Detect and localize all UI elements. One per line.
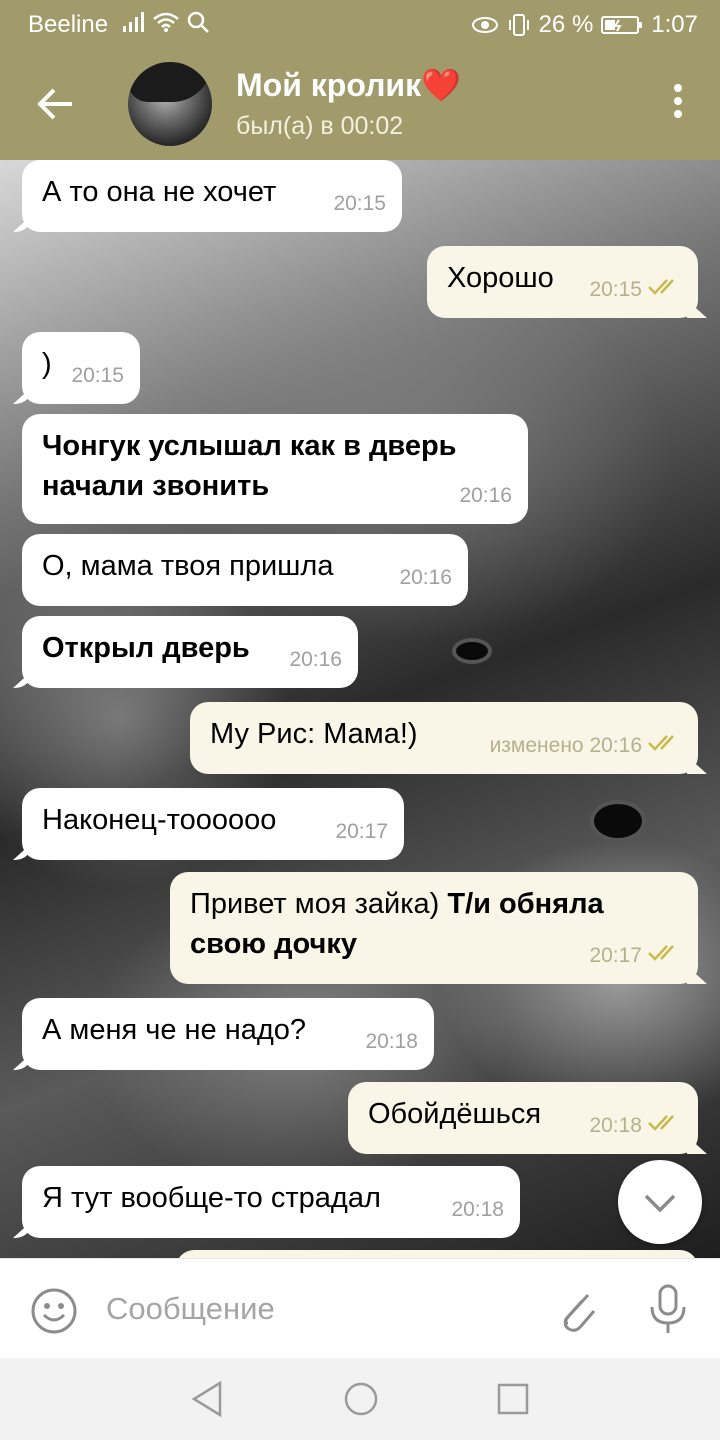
mic-icon[interactable] [646, 1283, 690, 1340]
message-time: 20:15 [333, 192, 386, 215]
message-bubble-outgoing[interactable]: Хорошо 20:15 [427, 246, 698, 318]
chat-messages[interactable]: А то она не хочет 20:15 Хорошо 20:15 ) 2… [0, 160, 720, 1258]
nav-recent-apps-icon[interactable] [496, 1382, 530, 1421]
message-bubble-outgoing-partial[interactable] [176, 1250, 698, 1258]
status-left-icons [122, 10, 210, 34]
message-text: Му Рис: Мама!) [210, 718, 418, 750]
more-vert-icon [672, 84, 684, 118]
back-button[interactable] [30, 78, 82, 130]
carrier-name: Beeline [28, 11, 109, 38]
last-seen-status: был(а) в 00:02 [236, 112, 404, 140]
message-input[interactable]: Сообщение [106, 1291, 275, 1327]
nav-home-icon[interactable] [342, 1380, 380, 1423]
message-time: 20:16 [459, 484, 512, 507]
wallpaper-detail [452, 638, 492, 664]
message-text: Я тут вообще-то страдал [42, 1182, 381, 1214]
double-check-icon [648, 936, 682, 976]
attach-icon[interactable] [552, 1285, 600, 1340]
message-time: 20:16 [399, 566, 452, 589]
message-bubble-incoming[interactable]: Я тут вообще-то страдал 20:18 [22, 1166, 520, 1238]
message-input-bar: Сообщение [0, 1258, 720, 1358]
message-bubble-incoming[interactable]: Чонгук услышал как в дверь начали звонит… [22, 414, 528, 524]
message-text: Открыл дверь [42, 632, 250, 664]
message-time: 20:15 [589, 270, 682, 310]
message-time: 20:17 [335, 820, 388, 843]
message-time: 20:18 [589, 1106, 682, 1146]
message-text: Наконец-тоооооо [42, 804, 277, 836]
double-check-icon [648, 726, 682, 766]
message-bubble-incoming[interactable]: Наконец-тоооооо 20:17 [22, 788, 404, 860]
wallpaper-detail [590, 800, 646, 842]
message-text: О, мама твоя пришла [42, 550, 334, 582]
scroll-to-bottom-button[interactable] [618, 1160, 702, 1244]
more-options-button[interactable] [672, 84, 684, 124]
battery-icon [601, 14, 643, 36]
chat-header: Мой кролик❤️ был(а) в 00:02 [0, 48, 720, 160]
message-text: А то она не хочет [42, 176, 277, 208]
system-navigation-bar [0, 1358, 720, 1440]
message-text: Хорошо [447, 262, 554, 294]
emoji-icon[interactable] [30, 1287, 78, 1340]
message-text: ) [42, 348, 52, 380]
message-bubble-incoming[interactable]: А меня че не надо? 20:18 [22, 998, 434, 1070]
message-bubble-incoming[interactable]: Открыл дверь 20:16 [22, 616, 358, 688]
double-check-icon [648, 1106, 682, 1146]
message-time: 20:18 [451, 1198, 504, 1221]
message-bubble-incoming[interactable]: А то она не хочет 20:15 [22, 160, 402, 232]
message-bubble-outgoing[interactable]: Привет моя зайка) Т/и обняла свою дочку … [170, 872, 698, 984]
battery-percent: 26 % [538, 11, 594, 38]
message-time: 20:18 [365, 1030, 418, 1053]
message-text: А меня че не надо? [42, 1014, 307, 1046]
chevron-down-icon [618, 1194, 702, 1248]
vibrate-icon [507, 13, 531, 37]
message-text: Чонгук услышал как в дверь начали звонит… [42, 430, 457, 502]
message-bubble-outgoing[interactable]: Му Рис: Мама!) изменено 20:16 [190, 702, 698, 774]
avatar[interactable] [128, 62, 212, 146]
signal-icon [122, 11, 146, 33]
message-bubble-incoming[interactable]: О, мама твоя пришла 20:16 [22, 534, 468, 606]
message-text: Привет моя зайка) Т/и обняла свою дочку [190, 888, 604, 960]
message-time: 20:16 [289, 648, 342, 671]
status-bar: Beeline 26 % 1:07 [0, 0, 720, 48]
message-bubble-outgoing[interactable]: Обойдёшься 20:18 [348, 1082, 698, 1154]
message-bubble-incoming[interactable]: ) 20:15 [22, 332, 140, 404]
message-text: Обойдёшься [368, 1098, 542, 1130]
chat-title[interactable]: Мой кролик❤️ [236, 66, 461, 104]
back-arrow-icon [30, 88, 82, 134]
search-icon [186, 10, 210, 34]
double-check-icon [648, 270, 682, 310]
nav-back-icon[interactable] [190, 1380, 224, 1423]
clock: 1:07 [651, 11, 698, 38]
status-right: 26 % 1:07 [471, 11, 698, 39]
message-time: 20:17 [589, 936, 682, 976]
wifi-icon [152, 11, 180, 33]
message-time: 20:15 [71, 364, 124, 387]
eye-icon [471, 14, 499, 36]
message-time: изменено 20:16 [490, 726, 682, 766]
